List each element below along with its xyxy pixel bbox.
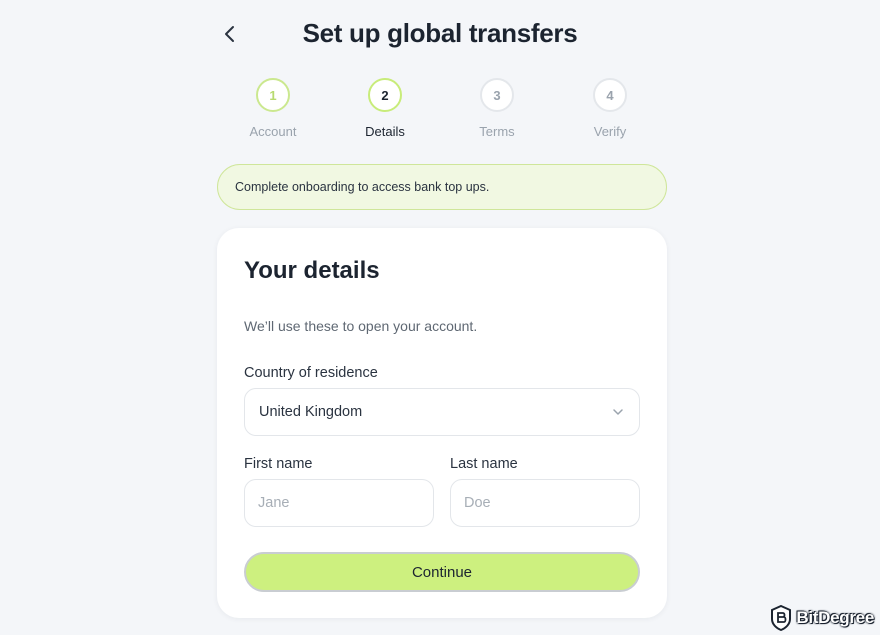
stepper: 1 Account 2 Details 3 Terms 4 Verify — [216, 78, 666, 140]
country-select[interactable]: United Kingdom — [244, 388, 640, 436]
step-number: 4 — [593, 78, 627, 112]
step-number: 2 — [368, 78, 402, 112]
bitdegree-logo-icon — [771, 605, 792, 631]
notice-text: Complete onboarding to access bank top u… — [235, 180, 490, 194]
last-name-input[interactable] — [450, 479, 640, 527]
country-value: United Kingdom — [259, 404, 363, 420]
step-details[interactable]: 2 Details — [345, 78, 425, 139]
country-label: Country of residence — [244, 365, 378, 381]
step-label: Details — [365, 124, 405, 139]
step-label: Verify — [593, 124, 627, 139]
step-verify[interactable]: 4 Verify — [570, 78, 650, 139]
page-title: Set up global transfers — [302, 18, 578, 48]
last-name-label: Last name — [450, 456, 518, 472]
chevron-down-icon — [613, 409, 623, 415]
watermark: BitDegree — [770, 605, 874, 631]
step-label: Account — [249, 124, 297, 139]
card-title: Your details — [244, 257, 380, 284]
onboarding-notice: Complete onboarding to access bank top u… — [217, 164, 667, 210]
first-name-input[interactable] — [244, 479, 434, 527]
card-subtitle: We’ll use these to open your account. — [244, 318, 478, 334]
step-terms[interactable]: 3 Terms — [457, 78, 537, 139]
details-card: Your details We’ll use these to open you… — [217, 228, 667, 618]
step-label: Terms — [479, 124, 515, 139]
step-number: 3 — [480, 78, 514, 112]
watermark-text: BitDegree — [796, 608, 874, 627]
first-name-label: First name — [244, 456, 313, 472]
continue-button[interactable]: Continue — [244, 552, 640, 592]
step-number: 1 — [256, 78, 290, 112]
page: Set up global transfers 1 Account 2 Deta… — [0, 0, 880, 635]
step-account[interactable]: 1 Account — [233, 78, 313, 139]
